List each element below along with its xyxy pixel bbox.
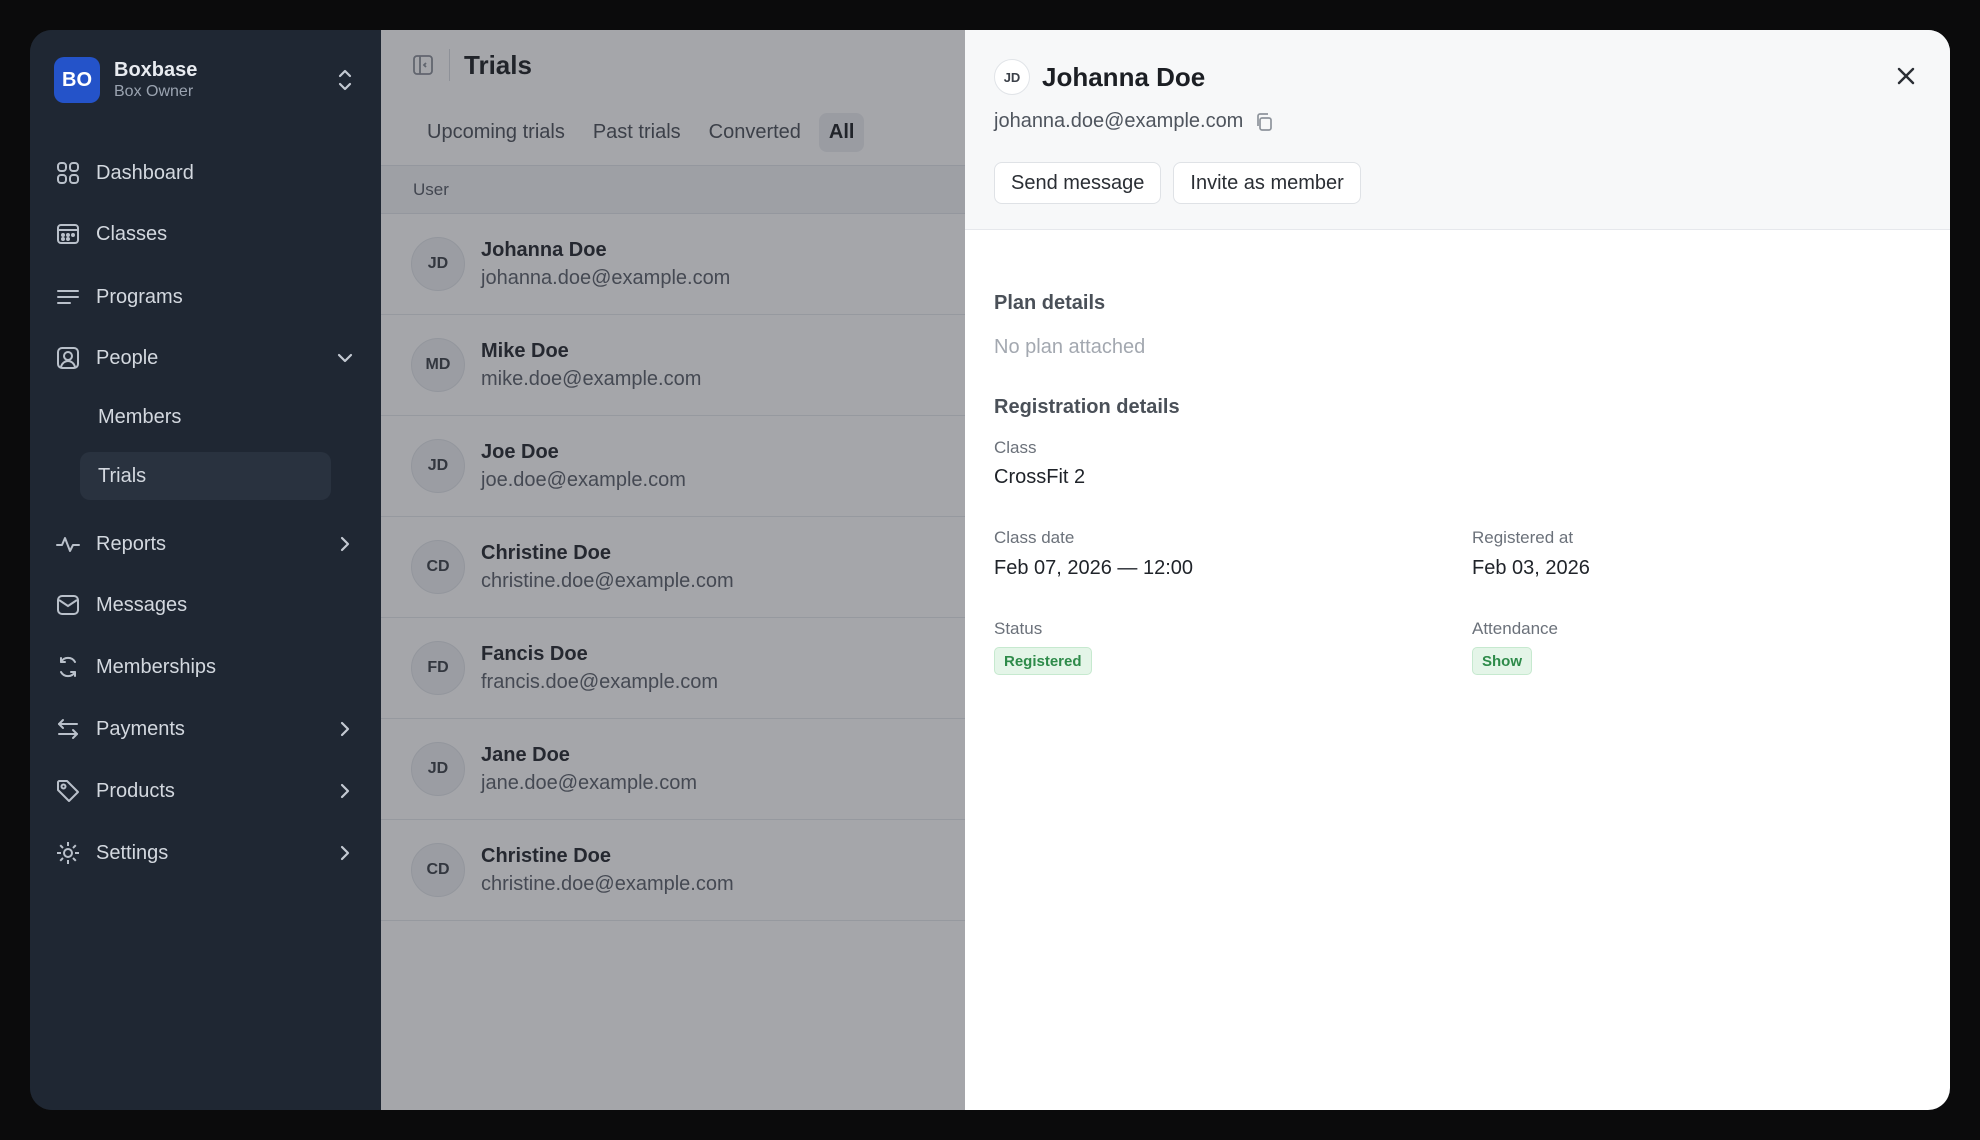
list-icon bbox=[54, 283, 82, 311]
inbox-icon bbox=[54, 591, 82, 619]
registration-details-heading: Registration details bbox=[994, 396, 1180, 418]
plan-details-heading: Plan details bbox=[994, 292, 1106, 314]
row-name: Mike Doe bbox=[481, 340, 569, 362]
avatar: JD bbox=[411, 742, 465, 796]
plan-empty-text: No plan attached bbox=[994, 336, 1146, 358]
avatar: JD bbox=[411, 237, 465, 291]
table-row[interactable]: JD Jane Doe jane.doe@example.com bbox=[381, 719, 965, 820]
table-row[interactable]: FD Fancis Doe francis.doe@example.com bbox=[381, 618, 965, 719]
sidebar-item-messages[interactable]: Messages bbox=[54, 581, 357, 629]
account-badge: BO bbox=[54, 57, 100, 103]
row-email: johanna.doe@example.com bbox=[481, 267, 731, 289]
send-message-button[interactable]: Send message bbox=[994, 162, 1162, 204]
trials-list-pane: Trials Upcoming trials Past trials Conve… bbox=[381, 30, 965, 1110]
page-title: Trials bbox=[464, 49, 532, 80]
account-name: Boxbase bbox=[114, 59, 198, 81]
filter-tabs: Upcoming trials Past trials Converted Al… bbox=[381, 100, 965, 166]
chevron-right-icon bbox=[333, 841, 357, 865]
attendance-label: Attendance bbox=[1472, 619, 1559, 638]
registered-at-value: Feb 03, 2026 bbox=[1472, 557, 1590, 579]
tab-converted[interactable]: Converted bbox=[699, 113, 811, 152]
row-name: Christine Doe bbox=[481, 845, 612, 867]
table-row[interactable]: MD Mike Doe mike.doe@example.com bbox=[381, 315, 965, 416]
table-row[interactable]: JD Johanna Doe johanna.doe@example.com bbox=[381, 214, 965, 315]
row-name: Johanna Doe bbox=[481, 239, 607, 261]
chevron-right-icon bbox=[333, 779, 357, 803]
row-name: Christine Doe bbox=[481, 542, 612, 564]
chevron-right-icon bbox=[333, 532, 357, 556]
sidebar: BO Boxbase Box Owner Dashboard Classes P… bbox=[30, 30, 381, 1110]
class-date-label: Class date bbox=[994, 528, 1075, 547]
refresh-icon bbox=[54, 653, 82, 681]
sidebar-item-classes[interactable]: Classes bbox=[54, 210, 357, 258]
sidebar-item-dashboard[interactable]: Dashboard bbox=[54, 149, 357, 197]
registered-at-label: Registered at bbox=[1472, 528, 1574, 547]
avatar: JD bbox=[411, 439, 465, 493]
drawer-header: JD Johanna Doe johanna.doe@example.com S… bbox=[965, 30, 1950, 230]
tab-upcoming-trials[interactable]: Upcoming trials bbox=[417, 113, 575, 152]
avatar: CD bbox=[411, 843, 465, 897]
copy-icon[interactable] bbox=[1253, 111, 1275, 133]
avatar: JD bbox=[994, 59, 1030, 95]
row-email: jane.doe@example.com bbox=[481, 772, 697, 794]
close-icon[interactable] bbox=[1890, 60, 1922, 92]
sidebar-item-trials[interactable]: Trials bbox=[80, 452, 331, 500]
tab-past-trials[interactable]: Past trials bbox=[583, 113, 691, 152]
column-header-user: User bbox=[381, 166, 965, 214]
class-date-value: Feb 07, 2026 — 12:00 bbox=[994, 557, 1194, 579]
trial-detail-drawer: JD Johanna Doe johanna.doe@example.com S… bbox=[965, 30, 1950, 1110]
avatar: FD bbox=[411, 641, 465, 695]
row-name: Joe Doe bbox=[481, 441, 559, 463]
gear-icon bbox=[54, 839, 82, 867]
detail-email: johanna.doe@example.com bbox=[994, 110, 1244, 132]
tag-icon bbox=[54, 777, 82, 805]
sidebar-item-people[interactable]: People bbox=[54, 334, 357, 382]
activity-icon bbox=[54, 530, 82, 558]
app-window: BO Boxbase Box Owner Dashboard Classes P… bbox=[30, 30, 1950, 1110]
detail-name: Johanna Doe bbox=[1042, 62, 1206, 92]
status-badge: Registered bbox=[994, 647, 1092, 675]
table-row[interactable]: CD Christine Doe christine.doe@example.c… bbox=[381, 517, 965, 618]
row-email: christine.doe@example.com bbox=[481, 873, 734, 895]
account-switcher[interactable]: BO Boxbase Box Owner bbox=[54, 54, 357, 106]
row-email: joe.doe@example.com bbox=[481, 469, 686, 491]
sidebar-item-programs[interactable]: Programs bbox=[54, 273, 357, 321]
sidebar-item-memberships[interactable]: Memberships bbox=[54, 643, 357, 691]
tab-all[interactable]: All bbox=[818, 113, 865, 152]
row-email: mike.doe@example.com bbox=[481, 368, 702, 390]
table-row[interactable]: CD Christine Doe christine.doe@example.c… bbox=[381, 820, 965, 921]
sidebar-item-members[interactable]: Members bbox=[80, 393, 331, 441]
row-name: Fancis Doe bbox=[481, 643, 588, 665]
row-email: francis.doe@example.com bbox=[481, 671, 719, 693]
sidebar-item-settings[interactable]: Settings bbox=[54, 829, 357, 877]
list-header: Trials bbox=[381, 30, 965, 100]
row-email: christine.doe@example.com bbox=[481, 570, 734, 592]
sidebar-item-payments[interactable]: Payments bbox=[54, 705, 357, 753]
dashboard-icon bbox=[54, 159, 82, 187]
chevron-down-icon bbox=[333, 346, 357, 370]
chevron-right-icon bbox=[333, 717, 357, 741]
chevron-up-down-icon[interactable] bbox=[333, 65, 357, 95]
calendar-icon bbox=[54, 220, 82, 248]
sidebar-item-products[interactable]: Products bbox=[54, 767, 357, 815]
avatar: MD bbox=[411, 338, 465, 392]
attendance-badge: Show bbox=[1472, 647, 1532, 675]
row-name: Jane Doe bbox=[481, 744, 570, 766]
invite-as-member-button[interactable]: Invite as member bbox=[1173, 162, 1361, 204]
account-role: Box Owner bbox=[114, 83, 194, 100]
class-value: CrossFit 2 bbox=[994, 466, 1086, 488]
sidebar-item-reports[interactable]: Reports bbox=[54, 520, 357, 568]
sidebar-toggle-icon[interactable] bbox=[411, 53, 435, 77]
table-row[interactable]: JD Joe Doe joe.doe@example.com bbox=[381, 416, 965, 517]
avatar: CD bbox=[411, 540, 465, 594]
user-icon bbox=[54, 344, 82, 372]
transfer-icon bbox=[54, 715, 82, 743]
status-label: Status bbox=[994, 619, 1043, 638]
class-label: Class bbox=[994, 438, 1037, 457]
